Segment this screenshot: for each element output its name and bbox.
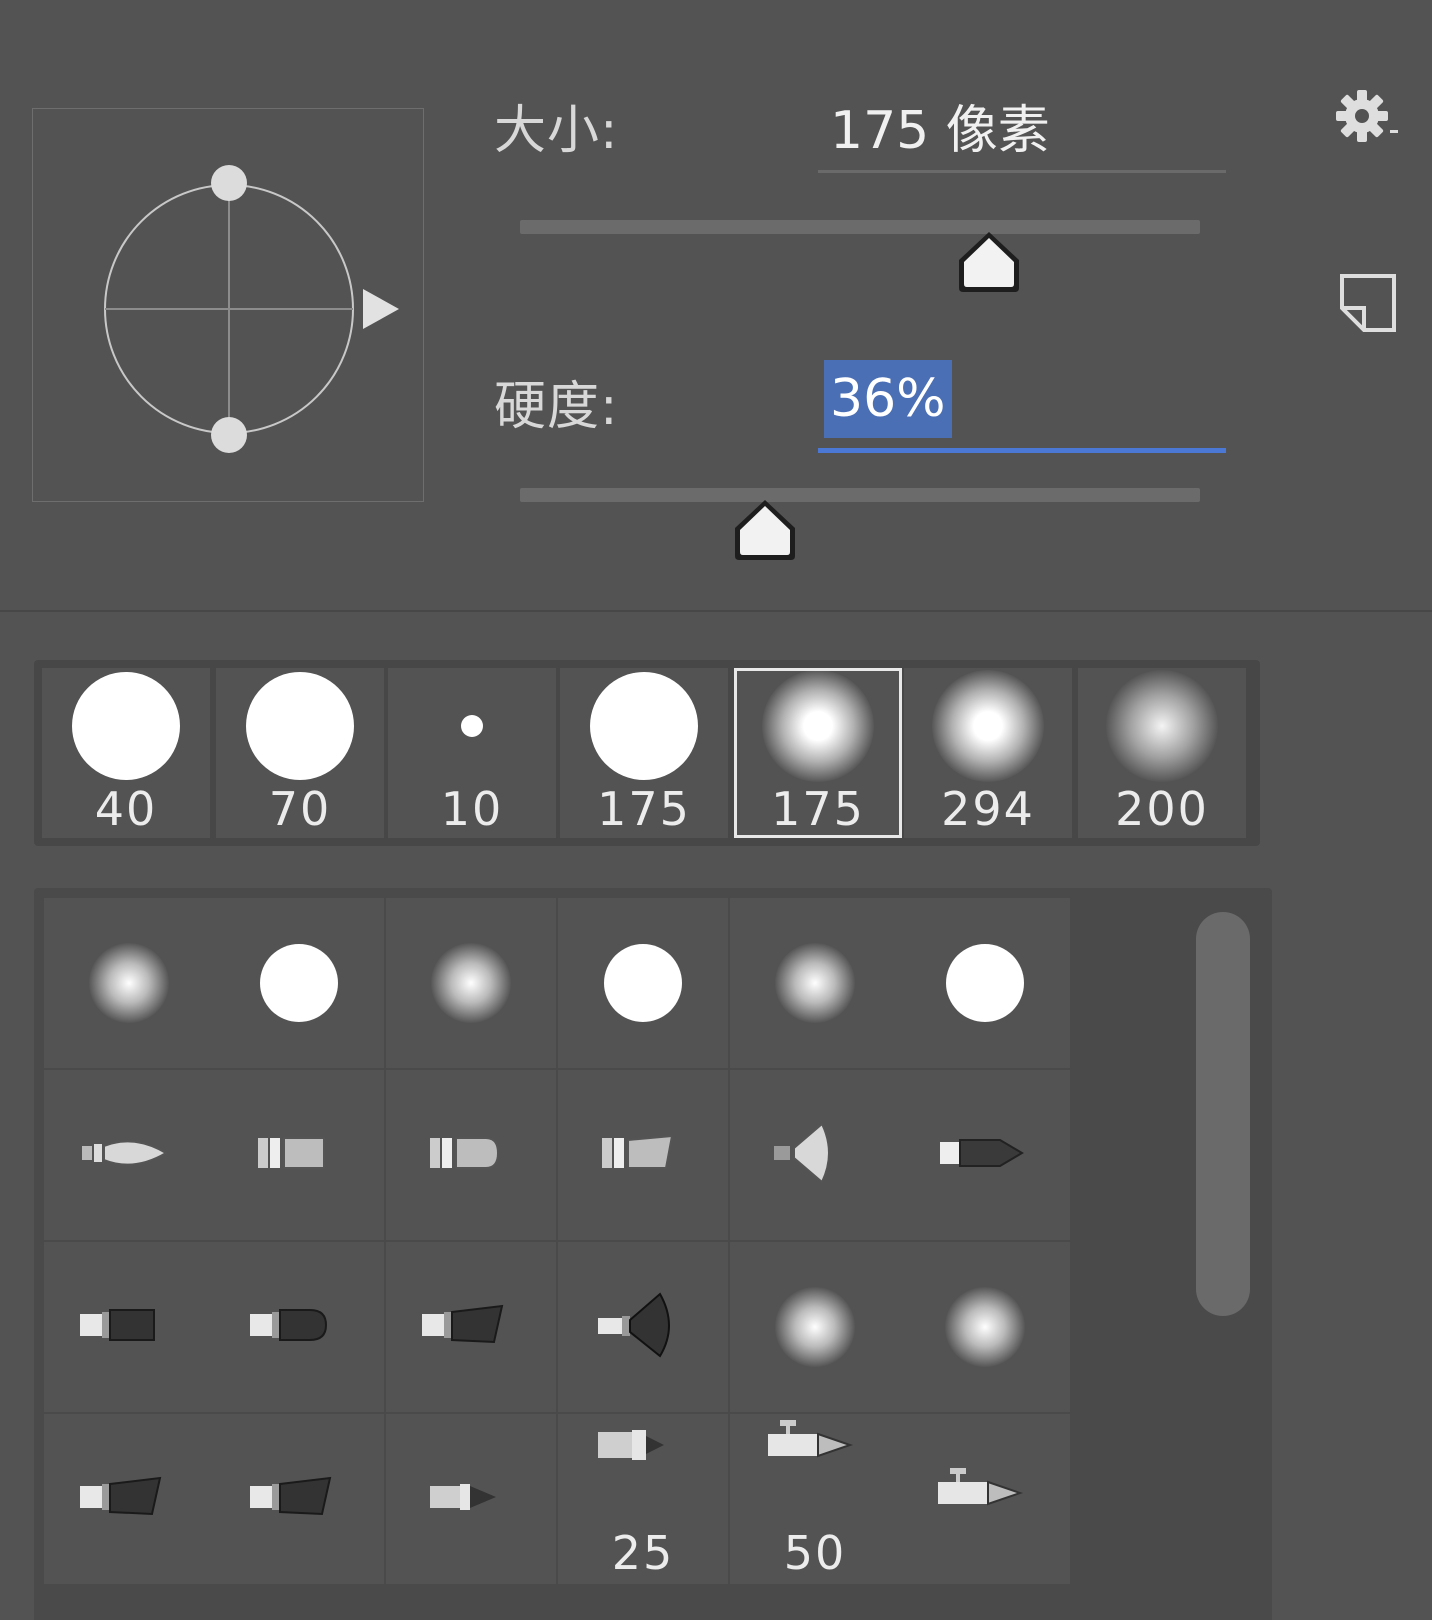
flat-bristle-brush-icon: [258, 1137, 325, 1169]
angle-brush-icon: [250, 1476, 332, 1516]
point-bristle-brush-icon: [940, 1139, 1024, 1167]
airbrush-pen-icon: [768, 1420, 854, 1458]
scrollbar-thumb[interactable]: [1196, 912, 1250, 1316]
preset-size: 70: [268, 782, 332, 836]
brush-preset-tile[interactable]: [214, 1242, 384, 1412]
brush-preset-tile[interactable]: [900, 898, 1070, 1068]
angled-bristle-brush-icon: [602, 1134, 674, 1169]
angle-handle-arrow: [363, 289, 399, 329]
preset-dab-icon: [72, 672, 180, 780]
brush-preset-tile[interactable]: [44, 1242, 214, 1412]
preset-size: 175: [771, 782, 865, 836]
gear-icon[interactable]: [1332, 86, 1402, 156]
preset-tile[interactable]: 175: [560, 668, 728, 838]
preset-size: 40: [94, 782, 158, 836]
brush-preset-tile[interactable]: [44, 898, 214, 1068]
soft-round-icon: [775, 1287, 855, 1367]
brush-preset-tile[interactable]: [214, 1070, 384, 1240]
hard-round-icon: [260, 944, 338, 1022]
preset-tile[interactable]: 10: [388, 668, 556, 838]
fan-brush-icon: [598, 1292, 670, 1358]
brush-preset-tile[interactable]: [900, 1242, 1070, 1412]
hardness-label: 硬度:: [494, 377, 619, 437]
preset-dab-icon: [461, 715, 483, 737]
soft-round-icon: [945, 1287, 1025, 1367]
new-preset-icon[interactable]: [1338, 272, 1398, 334]
brush-preset-tile[interactable]: [730, 898, 900, 1068]
preset-size: 294: [941, 782, 1035, 836]
preset-dab-icon: [762, 670, 874, 782]
airbrush-pen-icon: [938, 1468, 1024, 1506]
roundness-handle-top: [211, 165, 247, 201]
preset-tile[interactable]: 200: [1078, 668, 1246, 838]
brush-angle-roundness-preview[interactable]: [32, 108, 424, 502]
brush-preset-tile[interactable]: [730, 1070, 900, 1240]
preset-dab-icon: [246, 672, 354, 780]
brush-preset-tile[interactable]: [386, 1070, 556, 1240]
brush-preset-tile[interactable]: [44, 1414, 214, 1584]
hardness-slider-track[interactable]: [520, 488, 1200, 502]
size-field-underline: [818, 170, 1226, 173]
brush-preset-tile[interactable]: [900, 1070, 1070, 1240]
brush-size-label: 25: [611, 1526, 675, 1580]
brush-preset-tile[interactable]: [730, 1242, 900, 1412]
angle-brush-icon: [80, 1476, 162, 1516]
preset-dab-icon: [1106, 670, 1218, 782]
brush-preset-tile[interactable]: [900, 1414, 1070, 1584]
hardness-field-underline: [818, 448, 1226, 453]
preset-tile-selected[interactable]: 175: [734, 668, 902, 838]
round-brush-icon: [250, 1309, 328, 1341]
soft-round-icon: [89, 943, 169, 1023]
brush-preset-tile[interactable]: [558, 1070, 728, 1240]
preset-dab-icon: [590, 672, 698, 780]
brush-size-label: 50: [783, 1526, 847, 1580]
preset-dab-icon: [932, 670, 1044, 782]
preset-size: 175: [597, 782, 691, 836]
roundness-handle-bottom: [211, 417, 247, 453]
size-field[interactable]: 175 像素: [830, 88, 1050, 163]
size-slider-track[interactable]: [520, 220, 1200, 234]
size-slider-thumb[interactable]: [953, 226, 1025, 298]
hardness-value: 36%: [830, 369, 946, 429]
hardness-field[interactable]: 36%: [824, 360, 952, 438]
hard-round-icon: [604, 944, 682, 1022]
chevron-down-icon: [1390, 130, 1398, 133]
brush-preset-tile[interactable]: [386, 1242, 556, 1412]
preset-size: 10: [440, 782, 504, 836]
hardness-slider-thumb[interactable]: [729, 494, 801, 566]
flat-brush-icon: [80, 1309, 155, 1341]
preset-tile[interactable]: 294: [904, 668, 1072, 838]
soft-round-icon: [431, 943, 511, 1023]
point-brush-icon: [430, 1484, 496, 1510]
brush-preset-tile[interactable]: [386, 1414, 556, 1584]
size-label: 大小:: [494, 101, 619, 161]
brush-preset-tile[interactable]: [214, 898, 384, 1068]
blunt-bristle-brush-icon: [430, 1137, 500, 1169]
brush-preset-tile[interactable]: [386, 898, 556, 1068]
brush-preset-tile[interactable]: [558, 898, 728, 1068]
hard-round-icon: [946, 944, 1024, 1022]
brush-preset-tile[interactable]: 25: [558, 1414, 728, 1584]
preset-tile[interactable]: 40: [42, 668, 210, 838]
brush-preset-tile[interactable]: [214, 1414, 384, 1584]
round-bristle-brush-icon: [82, 1140, 168, 1166]
brush-preset-grid: 25 50: [34, 888, 1272, 1620]
recent-brush-presets: 40 70 10 175 175 294 200: [34, 660, 1260, 846]
brush-preset-tile[interactable]: [44, 1070, 214, 1240]
fan-bristle-brush-icon: [774, 1122, 830, 1184]
preset-size: 200: [1115, 782, 1209, 836]
angle-brush-icon: [422, 1304, 504, 1344]
soft-round-icon: [775, 943, 855, 1023]
brush-angle-roundness-icon: [104, 165, 399, 453]
section-divider: [0, 610, 1432, 612]
brush-preset-tile[interactable]: 50: [730, 1414, 900, 1584]
brush-preset-tile[interactable]: [558, 1242, 728, 1412]
preset-tile[interactable]: 70: [216, 668, 384, 838]
airbrush-icon: [598, 1430, 664, 1461]
